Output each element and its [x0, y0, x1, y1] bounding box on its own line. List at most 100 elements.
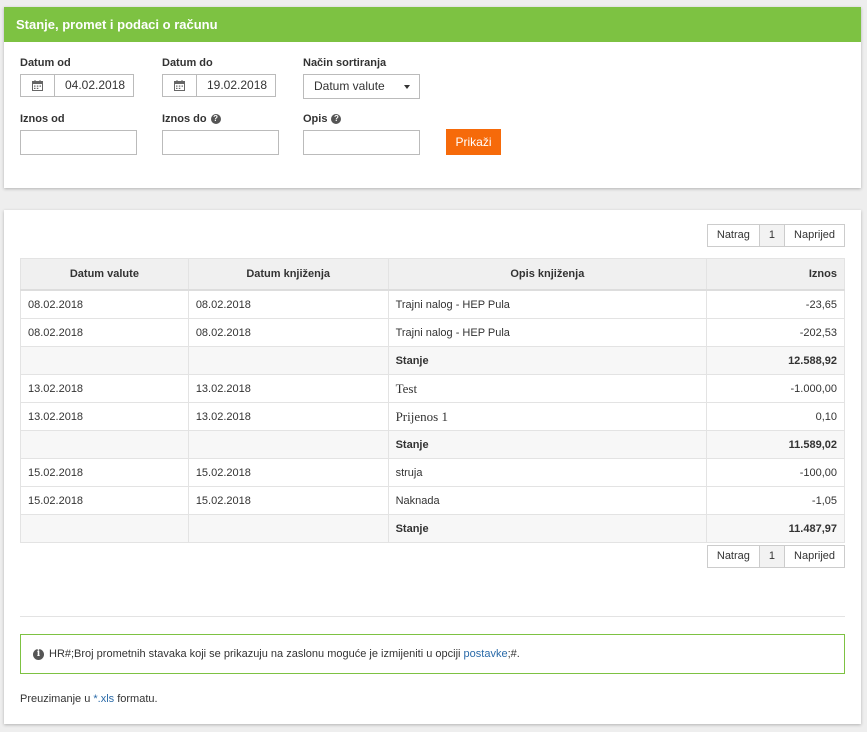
balance-label: Stanje [387, 430, 708, 459]
balance-row: Stanje 11.487,97 [20, 514, 845, 543]
date-to-value: 19.02.2018 [207, 78, 268, 92]
pager-next-button[interactable]: Naprijed [784, 225, 844, 246]
question-icon[interactable]: ? [210, 114, 221, 125]
table-header-row: Datum valute Datum knjiženja Opis knjiže… [20, 258, 845, 291]
filter-panel: Stanje, promet i podaci o računu Datum o… [4, 7, 861, 188]
date-to-input[interactable]: 19.02.2018 [162, 74, 276, 97]
info-text-end: ;#. [507, 648, 520, 660]
amount-cell: 0,10 [706, 402, 845, 431]
pagination-bottom: Natrag 1 Naprijed [706, 545, 845, 568]
caret-down-icon [404, 85, 410, 89]
amount-to-label-wrap: Iznos do? [162, 112, 221, 126]
balance-label: Stanje [387, 514, 708, 543]
results-panel: Natrag 1 Naprijed Datum valute Datum knj… [4, 210, 861, 724]
posting-date-cell [187, 346, 389, 375]
pager-prev-button[interactable]: Natrag [707, 225, 759, 246]
posting-date-cell: 13.02.2018 [187, 374, 389, 403]
description-cell: Prijenos 1 [387, 402, 708, 431]
amount-from-input[interactable] [20, 130, 137, 155]
column-header[interactable]: Datum knjiženja [187, 258, 389, 291]
value-date-cell: 08.02.2018 [20, 289, 189, 319]
posting-date-cell: 15.02.2018 [187, 458, 389, 487]
description-cell: Trajni nalog - HEP Pula [387, 318, 708, 347]
date-to-field: Datum do 19.02.2018 [162, 56, 276, 97]
date-from-label: Datum od [20, 57, 71, 69]
settings-link[interactable]: postavke [464, 648, 508, 660]
pager-next-button[interactable]: Naprijed [784, 546, 844, 567]
posting-date-cell: 13.02.2018 [187, 402, 389, 431]
value-date-cell [20, 430, 189, 459]
balance-row: Stanje 11.589,02 [20, 430, 845, 459]
sort-label: Način sortiranja [303, 57, 387, 69]
posting-date-cell: 15.02.2018 [187, 486, 389, 515]
table-row: 13.02.2018 13.02.2018 Prijenos 1 0,10 [20, 402, 845, 431]
value-date-cell: 15.02.2018 [20, 458, 189, 487]
pager-page-button[interactable]: 1 [758, 546, 785, 567]
column-header[interactable]: Iznos [706, 258, 845, 291]
value-date-cell: 15.02.2018 [20, 486, 189, 515]
amount-to-field: Iznos do? [162, 112, 279, 155]
posting-date-cell [187, 430, 389, 459]
amount-to-label: Iznos do [162, 113, 207, 125]
sort-select[interactable]: Datum valute [303, 74, 420, 99]
description-cell: Test [387, 374, 708, 403]
description-input[interactable] [303, 130, 420, 155]
date-from-field: Datum od 04.02.2018 [20, 56, 134, 97]
amount-cell: -23,65 [706, 289, 845, 319]
table-row: 15.02.2018 15.02.2018 struja -100,00 [20, 458, 845, 487]
calendar-icon[interactable] [21, 75, 55, 96]
table-row: 08.02.2018 08.02.2018 Trajni nalog - HEP… [20, 289, 845, 319]
balance-label: Stanje [387, 346, 708, 375]
value-date-cell [20, 346, 189, 375]
description-cell: Trajni nalog - HEP Pula [387, 289, 708, 319]
column-header[interactable]: Datum valute [20, 258, 189, 291]
description-label: Opis [303, 113, 328, 125]
date-from-input[interactable]: 04.02.2018 [20, 74, 134, 97]
pagination-top: Natrag 1 Naprijed [706, 224, 845, 247]
amount-cell: -202,53 [706, 318, 845, 347]
value-date-cell: 13.02.2018 [20, 374, 189, 403]
table-row: 08.02.2018 08.02.2018 Trajni nalog - HEP… [20, 318, 845, 347]
posting-date-cell: 08.02.2018 [187, 318, 389, 347]
posting-date-cell: 08.02.2018 [187, 289, 389, 319]
balance-amount: 11.487,97 [706, 514, 845, 543]
download-line: Preuzimanje u *.xls formatu. [20, 693, 158, 705]
amount-to-input[interactable] [162, 130, 279, 155]
download-prefix: Preuzimanje u [20, 693, 94, 705]
divider [20, 616, 845, 617]
transactions-table: Datum valute Datum knjiženja Opis knjiže… [20, 258, 845, 543]
date-to-label: Datum do [162, 57, 213, 69]
value-date-cell [20, 514, 189, 543]
value-date-cell: 13.02.2018 [20, 402, 189, 431]
sort-field: Način sortiranja Datum valute [303, 56, 420, 99]
balance-amount: 12.588,92 [706, 346, 845, 375]
amount-cell: -1.000,00 [706, 374, 845, 403]
description-cell: Naknada [387, 486, 708, 515]
sort-value: Datum valute [314, 79, 385, 93]
amount-from-label: Iznos od [20, 113, 65, 125]
value-date-cell: 08.02.2018 [20, 318, 189, 347]
panel-title: Stanje, promet i podaci o računu [4, 7, 861, 42]
info-message: i HR#;Broj prometnih stavaka koji se prik… [20, 634, 845, 674]
posting-date-cell [187, 514, 389, 543]
download-suffix: formatu. [114, 693, 158, 705]
description-cell: struja [387, 458, 708, 487]
balance-amount: 11.589,02 [706, 430, 845, 459]
show-button[interactable]: Prikaži [446, 129, 501, 155]
balance-row: Stanje 12.588,92 [20, 346, 845, 375]
table-row: 15.02.2018 15.02.2018 Naknada -1,05 [20, 486, 845, 515]
info-text: HR#;Broj prometnih stavaka koji se prika… [49, 648, 464, 660]
pager-prev-button[interactable]: Natrag [707, 546, 759, 567]
info-icon: i [33, 648, 44, 660]
amount-cell: -1,05 [706, 486, 845, 515]
amount-cell: -100,00 [706, 458, 845, 487]
question-icon[interactable]: ? [331, 114, 342, 125]
pager-page-button[interactable]: 1 [758, 225, 785, 246]
table-row: 13.02.2018 13.02.2018 Test -1.000,00 [20, 374, 845, 403]
date-from-value: 04.02.2018 [65, 78, 126, 92]
amount-from-field: Iznos od [20, 112, 137, 155]
column-header[interactable]: Opis knjiženja [387, 258, 708, 291]
calendar-icon[interactable] [163, 75, 197, 96]
xls-download-link[interactable]: *.xls [93, 693, 114, 705]
description-field: Opis? [303, 112, 420, 155]
